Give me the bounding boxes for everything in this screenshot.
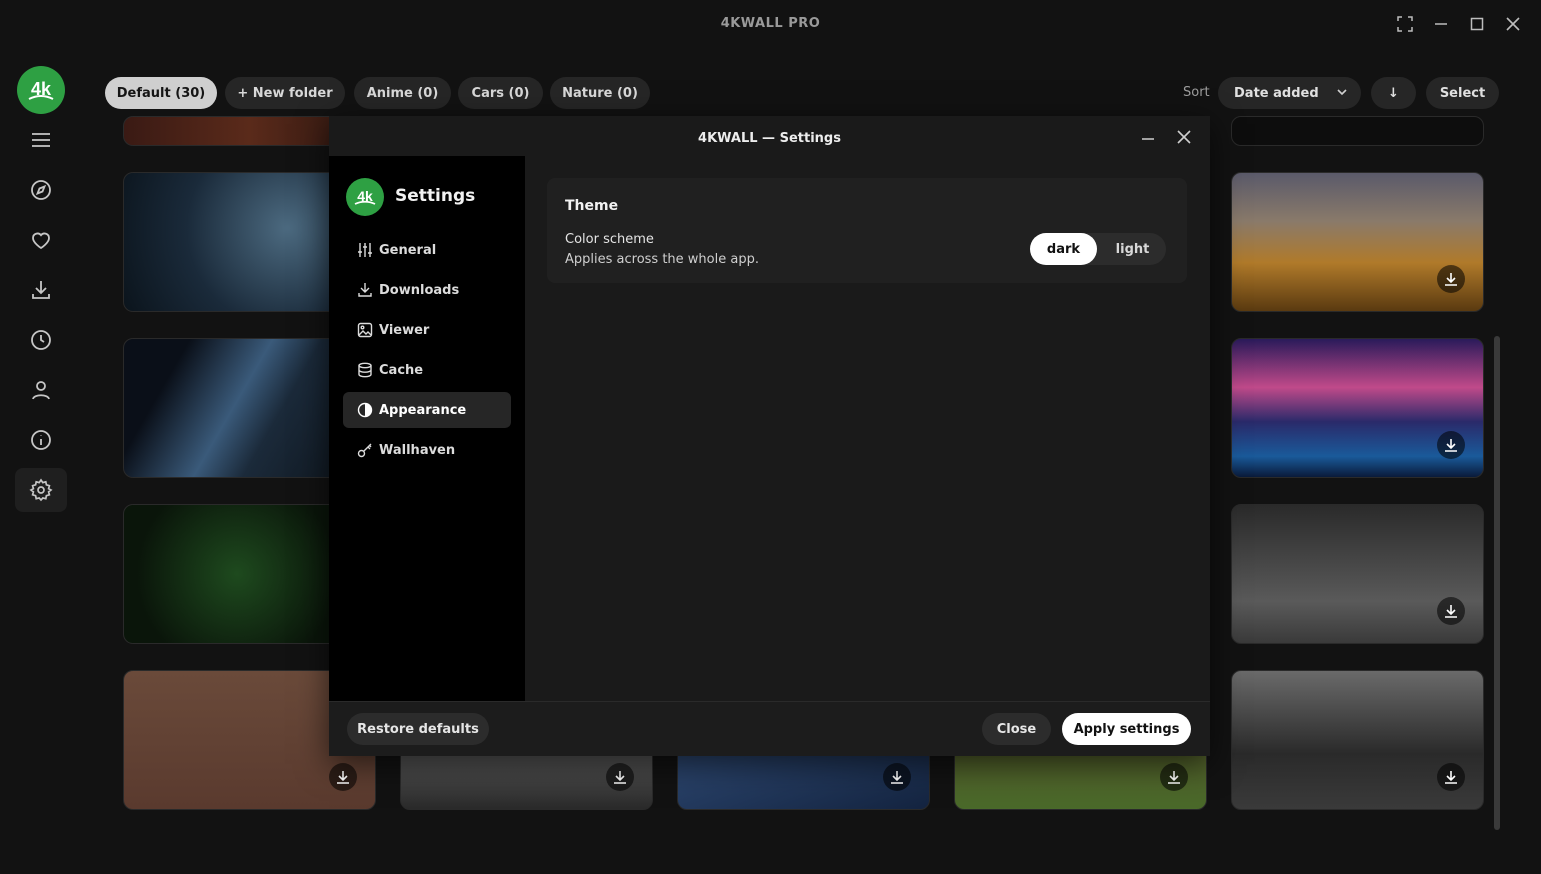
contrast-icon (357, 402, 373, 418)
fullscreen-icon[interactable] (1393, 12, 1417, 36)
nav-appearance-label: Appearance (379, 402, 467, 418)
wallpaper-thumbnail[interactable] (1231, 670, 1484, 810)
app-logo: 4k (17, 66, 65, 114)
sort-label: Sort (1183, 85, 1210, 100)
download-icon[interactable] (1437, 431, 1465, 459)
settings-nav: 4k Settings General Downloads Viewer Cac… (329, 156, 525, 701)
theme-light-option[interactable]: light (1099, 233, 1166, 265)
nav-cache-label: Cache (379, 362, 424, 378)
nav-downloads-label: Downloads (379, 282, 460, 298)
folder-nature[interactable]: Nature (0) (550, 77, 650, 109)
color-scheme-label: Color scheme (565, 232, 654, 247)
chevron-down-icon (1335, 85, 1349, 103)
sort-direction-button[interactable]: ↓ (1371, 77, 1416, 109)
settings-logo: 4k (346, 178, 384, 216)
color-scheme-toggle: dark light (1030, 233, 1166, 265)
color-scheme-description: Applies across the whole app. (565, 252, 759, 267)
theme-title: Theme (565, 198, 619, 214)
sliders-icon (358, 243, 372, 257)
nav-downloads[interactable]: Downloads (343, 272, 511, 308)
wallpaper-thumbnail[interactable] (1231, 338, 1484, 478)
download-icon[interactable] (1437, 597, 1465, 625)
history-icon[interactable] (15, 318, 67, 362)
sort-select[interactable]: Date added (1218, 77, 1361, 109)
new-folder-button[interactable]: + New folder (225, 77, 345, 109)
title-bar: 4KWALL PRO (0, 0, 1541, 48)
download-icon[interactable] (1160, 763, 1188, 791)
database-icon (358, 362, 372, 378)
maximize-icon[interactable] (1465, 12, 1489, 36)
folder-anime[interactable]: Anime (0) (354, 77, 451, 109)
settings-title: Settings (395, 186, 476, 206)
app-title: 4KWALL PRO (720, 16, 821, 31)
select-button[interactable]: Select (1426, 77, 1499, 109)
settings-dialog: 4KWALL — Settings 4k Settings General Do… (329, 116, 1210, 756)
close-icon[interactable] (1501, 12, 1525, 36)
download-icon[interactable] (1437, 265, 1465, 293)
wallpaper-thumbnail[interactable] (1231, 172, 1484, 312)
explore-icon[interactable] (15, 168, 67, 212)
download-icon[interactable] (329, 763, 357, 791)
nav-viewer[interactable]: Viewer (343, 312, 511, 348)
minimize-icon[interactable] (1429, 12, 1453, 36)
heart-icon[interactable] (15, 218, 67, 262)
gear-icon[interactable] (15, 468, 67, 512)
sort-value: Date added (1234, 85, 1319, 101)
download-icon (358, 283, 372, 297)
download-icon[interactable] (606, 763, 634, 791)
nav-general-label: General (379, 242, 437, 258)
download-icon[interactable] (883, 763, 911, 791)
theme-card: Theme Color scheme Applies across the wh… (547, 178, 1187, 283)
apply-settings-button[interactable]: Apply settings (1062, 713, 1191, 745)
close-button[interactable]: Close (982, 713, 1051, 745)
theme-dark-option[interactable]: dark (1030, 233, 1097, 265)
info-icon[interactable] (15, 418, 67, 462)
nav-appearance[interactable]: Appearance (343, 392, 511, 428)
download-icon[interactable] (15, 268, 67, 312)
menu-icon[interactable] (15, 118, 67, 162)
download-icon[interactable] (1437, 763, 1465, 791)
folder-cars[interactable]: Cars (0) (458, 77, 543, 109)
restore-defaults-button[interactable]: Restore defaults (347, 713, 489, 745)
image-icon (357, 322, 373, 338)
key-icon (357, 443, 372, 458)
wallpaper-thumbnail[interactable] (1231, 116, 1484, 146)
folder-default[interactable]: Default (30) (105, 77, 217, 109)
wallpaper-thumbnail[interactable] (1231, 504, 1484, 644)
nav-viewer-label: Viewer (379, 322, 430, 338)
dialog-footer: Restore defaults Close Apply settings (329, 701, 1210, 756)
scrollbar[interactable] (1494, 336, 1500, 830)
minimize-icon[interactable] (1139, 128, 1157, 146)
close-icon[interactable] (1175, 128, 1193, 146)
nav-general[interactable]: General (343, 232, 511, 268)
nav-wallhaven[interactable]: Wallhaven (343, 432, 511, 468)
nav-wallhaven-label: Wallhaven (379, 442, 456, 458)
user-icon[interactable] (15, 368, 67, 412)
nav-cache[interactable]: Cache (343, 352, 511, 388)
dialog-title: 4KWALL — Settings (698, 131, 841, 146)
